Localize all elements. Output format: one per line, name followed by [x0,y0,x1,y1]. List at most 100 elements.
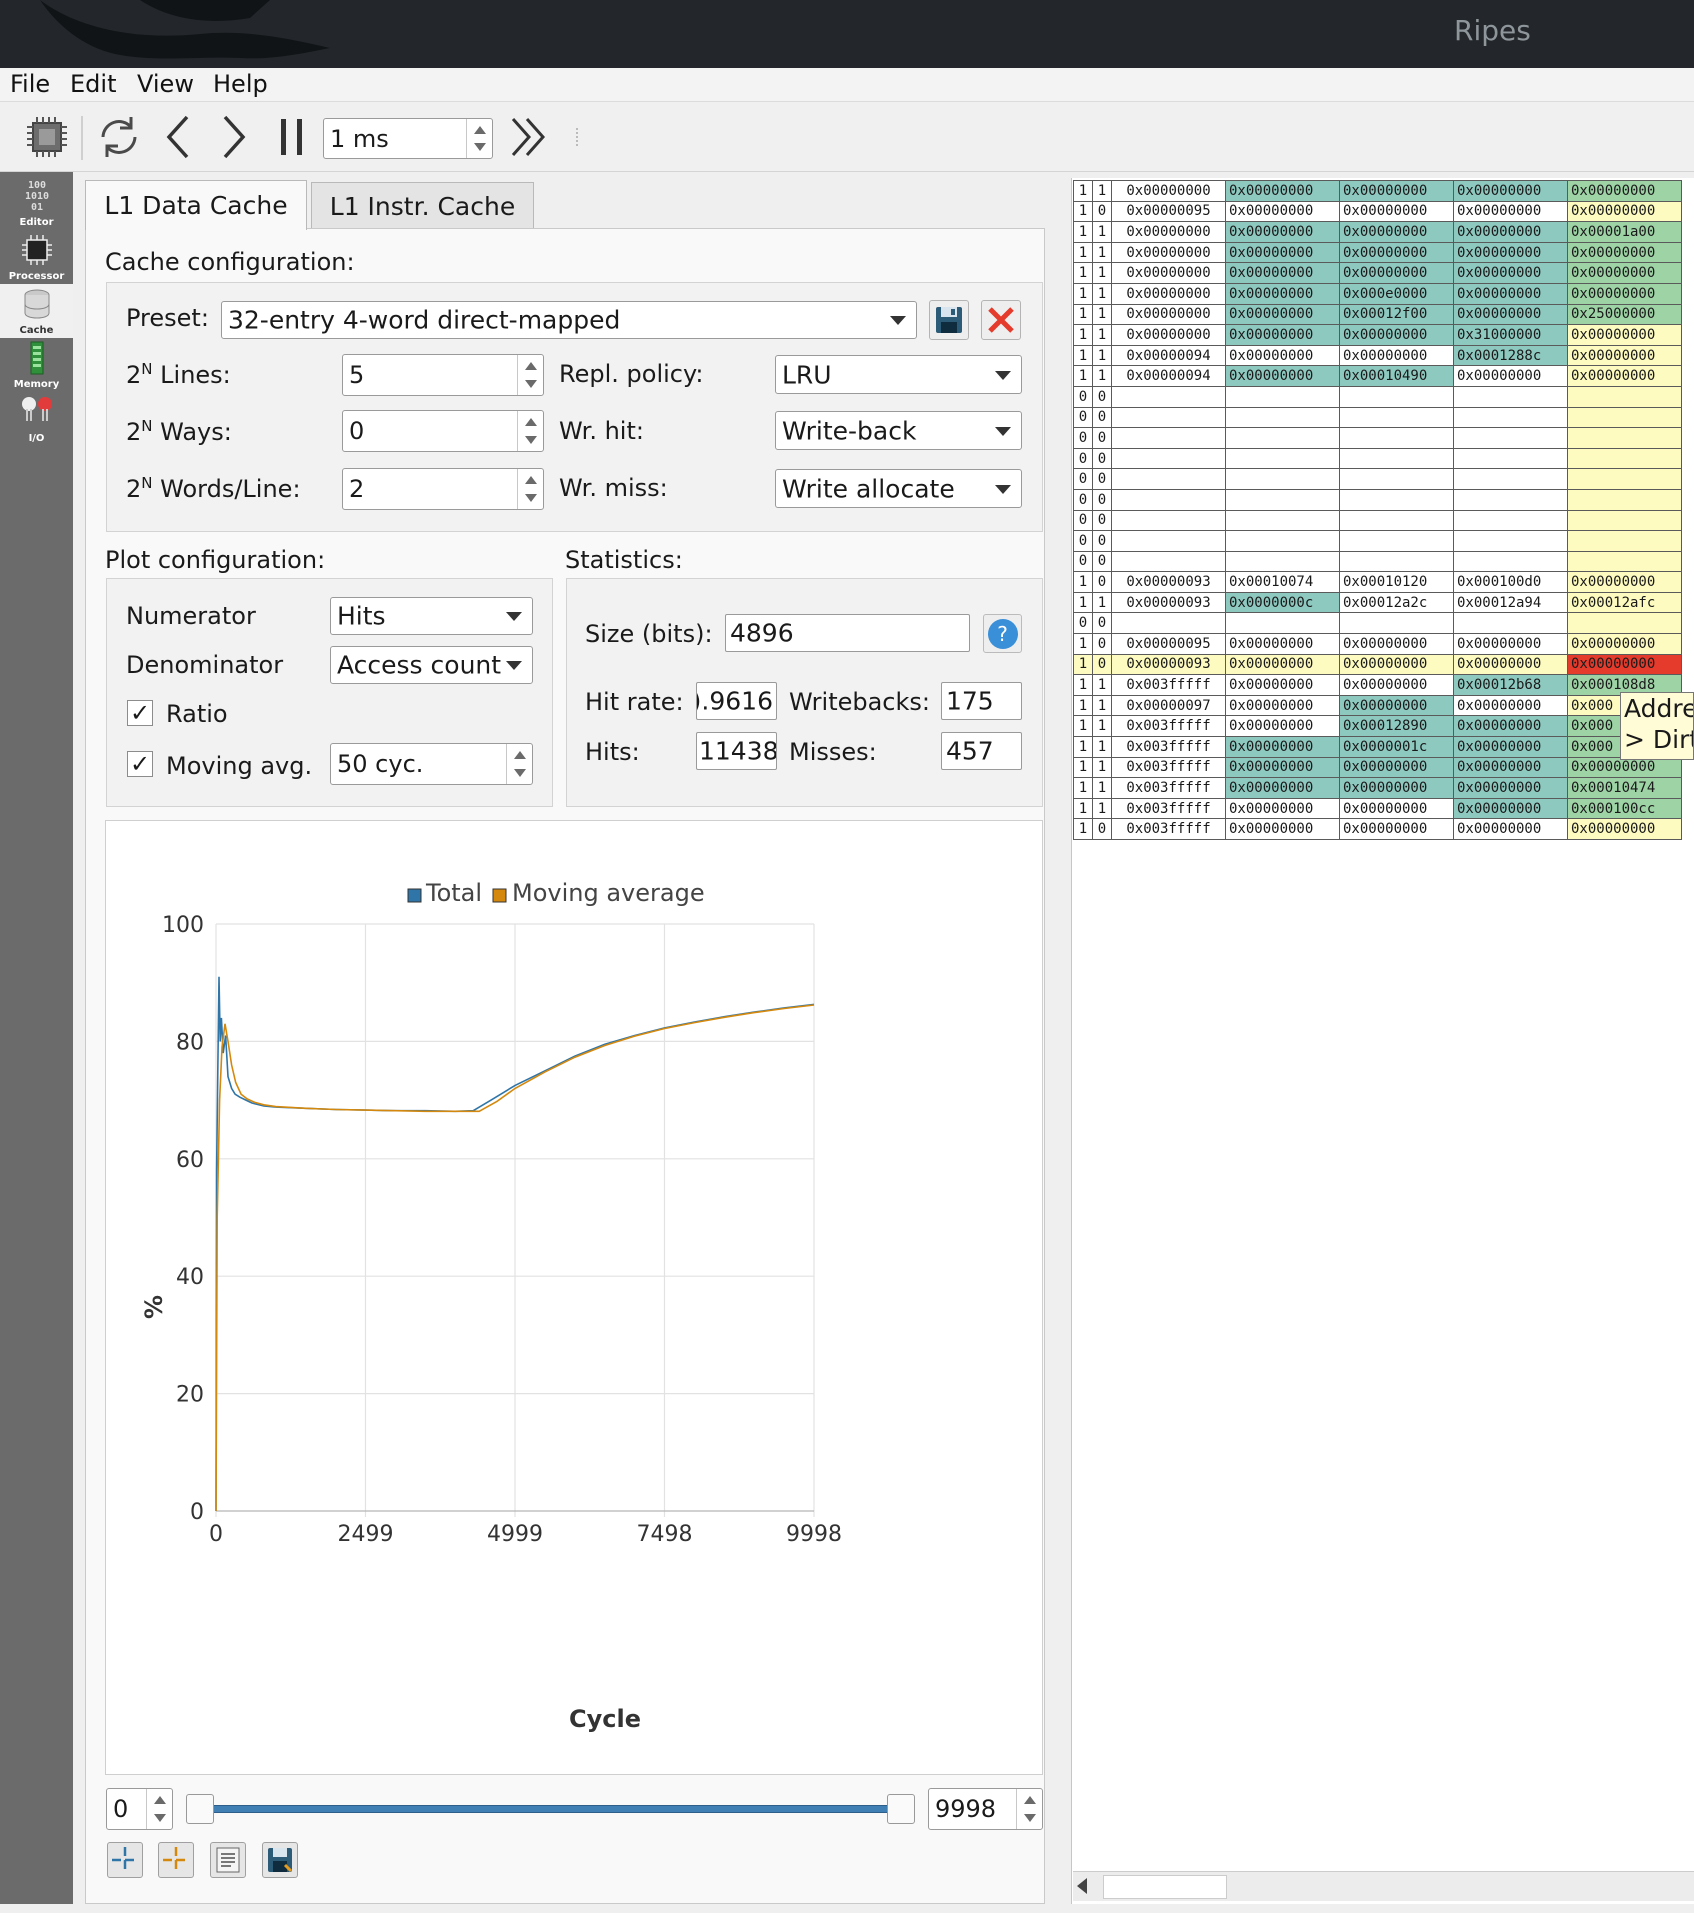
cache-row[interactable]: 1 1 0x00000000 0x00000000 0x00012f00 0x000000… [1073,303,1682,326]
cache-row[interactable]: 1 1 0x00000000 0x00000000 0x000e0000 0x000000… [1073,282,1682,305]
range-slider[interactable] [186,1794,915,1824]
crosshair-total-button[interactable] [107,1842,143,1878]
cache-row[interactable]: 1 0 0x00000095 0x00000000 0x00000000 0x000000… [1073,200,1682,223]
denominator-dropdown[interactable]: Access count [330,646,533,684]
tag-cell: 0x003fffff [1111,736,1226,758]
help-button[interactable]: ? [983,614,1022,653]
spinbox-arrows-icon[interactable] [1016,1789,1042,1829]
numerator-dropdown[interactable]: Hits [330,597,533,635]
lines-spinbox[interactable]: 5 [342,354,544,396]
repl-policy-dropdown[interactable]: LRU [775,355,1022,394]
spinbox-arrows-icon[interactable] [517,469,543,509]
delete-preset-button[interactable] [981,300,1021,340]
spinbox-arrows-icon[interactable] [517,355,543,395]
words-spinbox[interactable]: 2 [342,468,544,510]
spinbox-arrows-icon[interactable] [506,744,532,784]
word-cell [1339,406,1454,429]
cache-row[interactable]: 1 1 0x00000000 0x00000000 0x00000000 0x310000… [1073,324,1682,346]
tab-l1-data-cache[interactable]: L1 Data Cache [85,180,307,230]
tab-l1-instr-cache[interactable]: L1 Instr. Cache [311,182,534,230]
crosshair-average-button[interactable] [158,1842,194,1878]
pause-button[interactable] [265,110,319,164]
cache-row[interactable]: 1 1 0x003fffff 0x00000000 0x00012890 0x000000… [1073,715,1682,738]
ratio-checkbox[interactable]: ✓ [127,700,153,726]
copy-data-button[interactable] [210,1842,246,1878]
cache-row[interactable]: 1 1 0x00000000 0x00000000 0x00000000 0x000000… [1073,221,1682,243]
cache-row[interactable]: 1 1 0x00000093 0x0000000c 0x00012a2c 0x00012a… [1073,591,1682,614]
save-plot-button[interactable] [262,1842,298,1878]
step-back-button[interactable] [152,110,206,164]
range-min-spinbox[interactable]: 0 [106,1788,173,1830]
title-bar: Ripes [0,0,1694,68]
processor-select-button[interactable] [20,110,74,164]
cache-row[interactable]: 00 [1073,612,1682,635]
cache-row[interactable]: 1 1 0x00000094 0x00000000 0x00010490 0x000000… [1073,365,1682,387]
delay-spinbox[interactable]: 1 ms [323,118,493,159]
cache-row[interactable]: 00 [1073,550,1682,573]
moving-avg-checkbox[interactable]: ✓ [127,751,153,777]
y-tick-label: 0 [190,1500,204,1525]
sidebar-item-memory[interactable]: Memory [0,338,73,392]
cache-row[interactable]: 1 1 0x003fffff 0x00000000 0x00000000 0x000000… [1073,777,1682,799]
cache-row[interactable]: 1 1 0x00000000 0x00000000 0x00000000 0x000000… [1073,262,1682,284]
cache-row[interactable]: 1 1 0x003fffff 0x00000000 0x0000001c 0x000000… [1073,736,1682,758]
cache-row[interactable]: 00 [1073,488,1682,511]
cache-row[interactable]: 00 [1073,530,1682,552]
cache-row[interactable]: 1 1 0x00000094 0x00000000 0x00000000 0x000128… [1073,344,1682,367]
ways-spinbox[interactable]: 0 [342,410,544,452]
tag-cell [1111,488,1226,511]
cache-row[interactable]: 1 1 0x003fffff 0x00000000 0x00000000 0x000000… [1073,797,1682,820]
cache-row[interactable]: 00 [1073,509,1682,532]
spinbox-arrows-icon[interactable] [466,119,492,158]
word-cell [1453,385,1568,408]
cache-row[interactable]: 1 1 0x003fffff 0x00000000 0x00000000 0x00012b… [1073,674,1682,696]
wr-hit-dropdown[interactable]: Write-back [775,411,1022,450]
moving-avg-spinbox[interactable]: 50 cyc. [330,743,533,785]
cache-row[interactable]: 1 1 0x003fffff 0x00000000 0x00000000 0x000000… [1073,756,1682,779]
cache-row[interactable]: 1 1 0x00000097 0x00000000 0x00000000 0x000000… [1073,694,1682,717]
range-slider-min-handle[interactable] [186,1794,214,1824]
menu-edit[interactable]: Edit [70,70,116,98]
range-max-spinbox[interactable]: 9998 [928,1788,1043,1830]
cache-row[interactable]: 1 0 0x00000093 0x00010074 0x00010120 0x000100… [1073,571,1682,593]
cache-row[interactable]: 1 0 0x003fffff 0x00000000 0x00000000 0x000000… [1073,818,1682,840]
cache-row[interactable]: 1 1 0x00000000 0x00000000 0x00000000 0x000000… [1073,241,1682,264]
horizontal-scrollbar[interactable] [1073,1871,1694,1901]
cache-row[interactable]: 00 [1073,447,1682,470]
menu-help[interactable]: Help [213,70,268,98]
scrollbar-handle[interactable] [1103,1875,1227,1899]
range-slider-max-handle[interactable] [887,1794,915,1824]
cache-row[interactable]: 1 1 0x00000000 0x00000000 0x00000000 0x000000… [1073,180,1682,202]
scroll-left-icon[interactable] [1077,1878,1087,1894]
wr-miss-dropdown[interactable]: Write allocate [775,469,1022,508]
cache-row[interactable]: 1 0 0x00000095 0x00000000 0x00000000 0x000000… [1073,633,1682,655]
hits-value: 11438 [699,736,777,766]
cache-row[interactable]: 00 [1073,427,1682,449]
valid-bit: 0 [1073,447,1093,470]
sidebar-item-editor[interactable]: 100 1010 01 Editor [0,176,73,230]
dirty-bit: 1 [1092,674,1112,696]
word-cell: 0x00000000 [1453,365,1568,387]
sidebar-item-io[interactable]: I/O [0,392,73,446]
spinbox-arrows-icon[interactable] [517,411,543,451]
cache-row[interactable]: 00 [1073,385,1682,408]
reset-button[interactable] [92,110,146,164]
sidebar-item-processor[interactable]: Processor [0,230,73,284]
cache-row[interactable]: 00 [1073,468,1682,490]
word-cell: 0x00000000 [1567,262,1682,284]
word-cell: 0x0000000c [1225,591,1340,614]
menu-view[interactable]: View [137,70,194,98]
dirty-bit: 1 [1092,241,1112,264]
save-preset-button[interactable] [929,300,969,340]
preset-dropdown[interactable]: 32-entry 4-word direct-mapped [221,301,917,339]
step-forward-button[interactable] [206,110,260,164]
cache-row[interactable]: 1 0 0x00000093 0x00000000 0x00000000 0x000000… [1073,653,1682,676]
run-fast-button[interactable] [502,110,556,164]
tag-cell [1111,385,1226,408]
spinbox-arrows-icon[interactable] [146,1789,172,1829]
word-cell [1225,468,1340,490]
menu-file[interactable]: File [10,70,50,98]
sidebar-item-cache[interactable]: Cache [0,284,73,338]
copy-data-icon [216,1847,240,1873]
cache-row[interactable]: 00 [1073,406,1682,429]
